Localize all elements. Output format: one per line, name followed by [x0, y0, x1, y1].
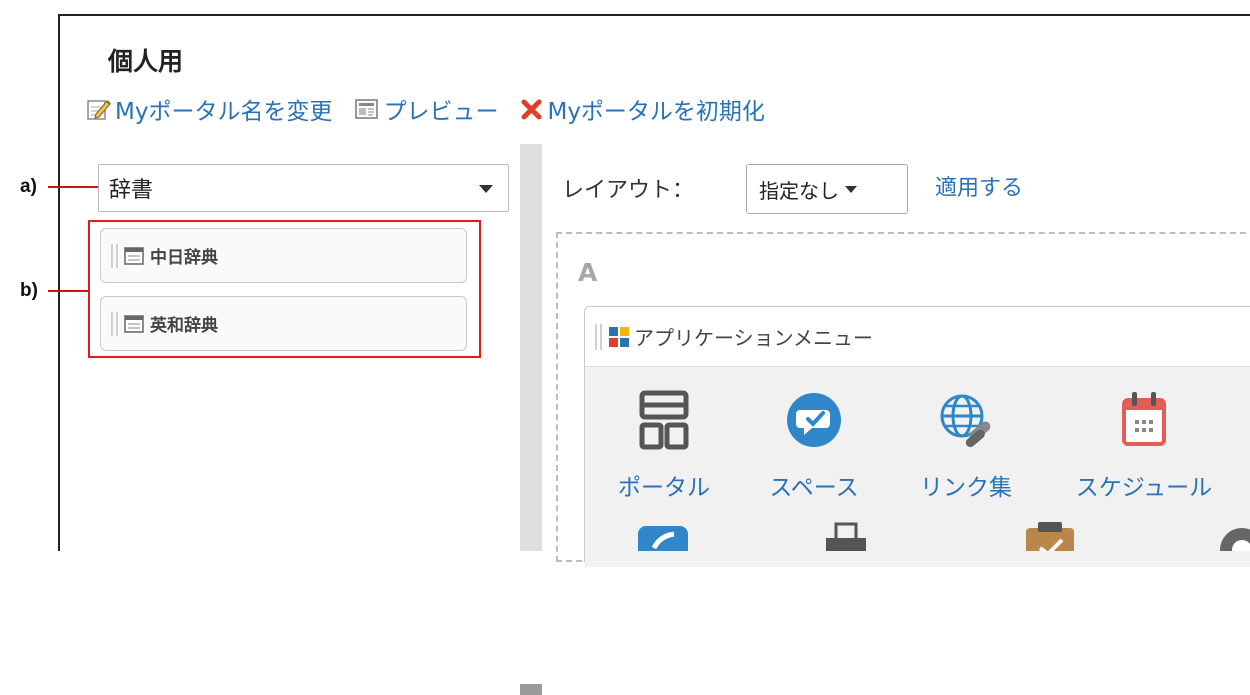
preview-icon [355, 99, 379, 119]
category-select-value: 辞書 [109, 178, 154, 203]
drag-handle-icon[interactable] [111, 243, 118, 268]
printer-app-icon [834, 522, 858, 542]
app-item-label: スペース [769, 475, 859, 501]
reset-portal-link[interactable]: Myポータルを初期化 [520, 92, 765, 126]
widget-label: 英和辞典 [150, 316, 218, 336]
chevron-down-icon [845, 185, 857, 193]
layout-select-value: 指定なし [759, 178, 839, 203]
calendar-icon [1122, 392, 1166, 446]
portal-icon [639, 390, 689, 450]
callout-b-line [48, 290, 88, 292]
apply-layout-link[interactable]: 適用する [935, 170, 1023, 202]
page-title: 個人用 [108, 47, 184, 76]
printer-app-icon [826, 538, 866, 551]
clipboard-app-icon [1038, 522, 1062, 532]
widget-item[interactable]: 中日辞典 [100, 228, 467, 283]
app-item-label: リンク集 [920, 475, 1012, 501]
reset-portal-label: Myポータルを初期化 [547, 99, 765, 125]
category-select[interactable]: 辞書 [98, 164, 509, 212]
edit-icon [87, 100, 111, 120]
widget-item[interactable]: 英和辞典 [100, 296, 467, 351]
zone-label: A [578, 258, 598, 287]
app-row-2-partial [638, 522, 1250, 551]
chevron-down-icon [479, 185, 493, 193]
reset-x-icon [521, 99, 542, 120]
app-item-portal[interactable]: ポータル [594, 388, 734, 502]
app-item-label: スケジュール [1075, 475, 1213, 501]
panel-splitter[interactable] [520, 144, 542, 695]
callout-a-line [48, 186, 98, 188]
drag-handle-icon[interactable] [595, 323, 602, 350]
app-item-schedule[interactable]: スケジュール [1074, 388, 1214, 502]
app-menu-header[interactable]: アプリケーションメニュー [585, 307, 1250, 367]
widget-list-icon [124, 314, 144, 333]
app-item-links[interactable]: リンク集 [896, 388, 1036, 502]
app-menu-title: アプリケーションメニュー [634, 326, 873, 350]
drag-handle-icon[interactable] [111, 311, 118, 336]
callout-a: a) [20, 176, 37, 197]
preview-link[interactable]: プレビュー [354, 92, 498, 126]
preview-label: プレビュー [383, 99, 499, 125]
app-item-space[interactable]: スペース [744, 388, 884, 502]
app-grid-icon [609, 326, 629, 347]
app-item-label: ポータル [618, 475, 710, 501]
widget-list-icon [124, 246, 144, 265]
rename-portal-label: Myポータル名を変更 [115, 99, 333, 125]
scrollbar-thumb[interactable] [520, 684, 542, 695]
space-icon [787, 393, 841, 447]
layout-label: レイアウト： [562, 178, 695, 203]
widget-label: 中日辞典 [150, 248, 218, 268]
link-icon [940, 394, 991, 448]
rename-portal-link[interactable]: Myポータル名を変更 [86, 92, 332, 126]
layout-select[interactable]: 指定なし [746, 164, 908, 214]
action-bar: Myポータル名を変更 プレビュー Myポータルを初期化 [86, 92, 787, 126]
callout-b: b) [20, 280, 38, 301]
